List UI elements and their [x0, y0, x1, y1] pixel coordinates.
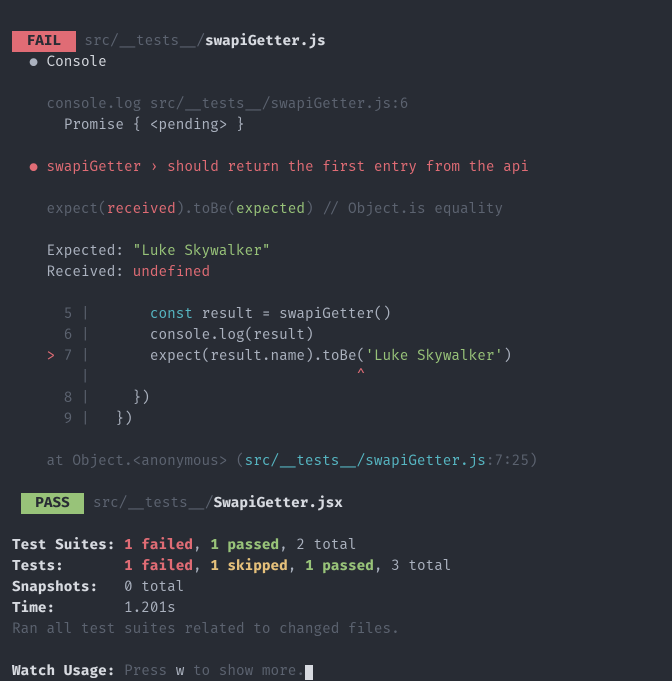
code-line-9: }): [98, 411, 132, 428]
watch-usage-label: Watch Usage:: [12, 663, 115, 680]
fail-path-file: swapiGetter.js: [205, 33, 326, 50]
line-number-6: 6 |: [46, 327, 89, 344]
code-line-5: result = swapiGetter(): [193, 306, 391, 323]
received-label: Received:: [46, 264, 132, 281]
code-line-5-kw: const: [98, 306, 193, 323]
expected-value: "Luke Skywalker": [133, 243, 271, 260]
code-line-6: console.log(result): [98, 327, 313, 344]
tests-total: 3 total: [391, 558, 451, 575]
console-header: Console: [46, 54, 106, 71]
watch-hint-post: to show more.: [184, 663, 305, 680]
expect-received: received: [107, 201, 176, 218]
time-value: 1.201s: [124, 600, 176, 617]
error-marker: >: [46, 348, 55, 365]
tests-failed: 1 failed: [124, 558, 193, 575]
expect-p3: ): [305, 201, 314, 218]
expect-p2: ).toBe(: [176, 201, 236, 218]
console-log-body: Promise { <pending> }: [64, 117, 245, 134]
expect-p1: expect(: [46, 201, 106, 218]
test-suite-name: swapiGetter: [46, 159, 141, 176]
caret-gutter: |: [46, 369, 89, 386]
console-log-prefix: console.log: [46, 96, 141, 113]
ran-message: Ran all test suites related to changed f…: [12, 621, 400, 638]
stack-file: src/__tests__/swapiGetter.js: [245, 453, 486, 470]
pass-path-file: SwapiGetter.jsx: [214, 495, 343, 512]
fail-path-dir: src/__tests__/: [84, 33, 205, 50]
code-line-7-pre: expect(result.name).toBe(: [98, 348, 365, 365]
pass-badge: PASS: [21, 493, 85, 514]
code-line-7-string: 'Luke Skywalker': [365, 348, 503, 365]
line-number-8: 8 |: [46, 390, 89, 407]
line-number-5: 5 |: [46, 306, 89, 323]
stack-loc: :7:25): [486, 453, 538, 470]
snapshots-value: 0 total: [124, 579, 184, 596]
pass-path-dir: src/__tests__/: [93, 495, 214, 512]
code-line-8: }): [98, 390, 150, 407]
suites-total: 2 total: [296, 537, 356, 554]
tests-skipped: 1 skipped: [210, 558, 288, 575]
tests-label: Tests:: [12, 558, 124, 575]
line-number-9: 9 |: [46, 411, 89, 428]
bullet-fail-icon: ●: [29, 159, 38, 176]
expect-expected: expected: [236, 201, 305, 218]
stack-prefix: at Object.<anonymous> (: [46, 453, 244, 470]
cursor: [305, 665, 313, 680]
watch-hint-pre: Press: [115, 663, 175, 680]
tests-passed: 1 passed: [305, 558, 374, 575]
console-log-location: src/__tests__/swapiGetter.js:6: [150, 96, 408, 113]
error-caret: ^: [98, 369, 365, 386]
bullet-icon: ●: [29, 54, 38, 71]
expect-comment: // Object.is equality: [314, 201, 504, 218]
code-line-7-post: ): [503, 348, 512, 365]
received-value: undefined: [133, 264, 211, 281]
suites-failed: 1 failed: [124, 537, 193, 554]
snapshots-label: Snapshots:: [12, 579, 124, 596]
expected-label: Expected:: [46, 243, 132, 260]
time-label: Time:: [12, 600, 124, 617]
terminal-output: FAIL src/__tests__/swapiGetter.js ● Cons…: [0, 0, 672, 681]
line-number-7: 7 |: [64, 348, 90, 365]
suites-label: Test Suites:: [12, 537, 124, 554]
suites-passed: 1 passed: [210, 537, 279, 554]
test-separator: ›: [141, 159, 167, 176]
fail-badge: FAIL: [12, 31, 76, 52]
test-name: should return the first entry from the a…: [167, 159, 529, 176]
